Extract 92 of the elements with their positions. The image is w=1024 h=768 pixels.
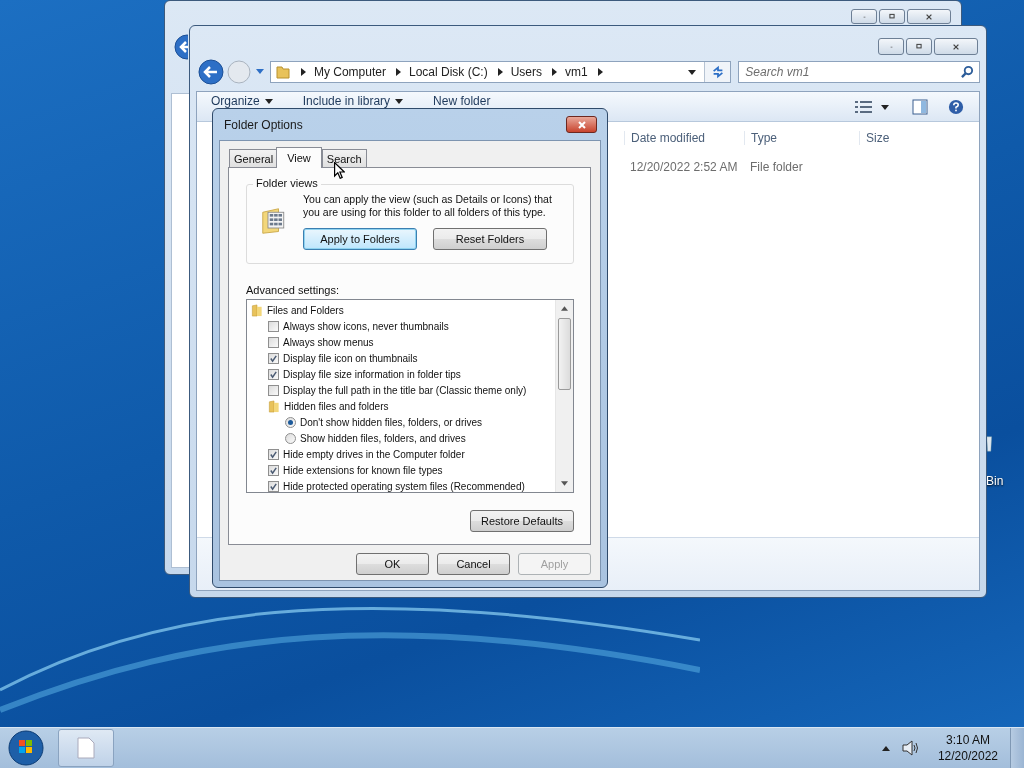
chevron-icon[interactable] [497, 68, 503, 76]
back-button[interactable] [198, 59, 224, 85]
radio-button[interactable] [285, 432, 296, 444]
close-icon [952, 42, 960, 51]
refresh-button[interactable] [704, 62, 731, 82]
caret-icon [264, 98, 273, 104]
table-cell-text: File folder [749, 160, 804, 174]
setting-label: Hide empty drives in the Computer folder [283, 448, 465, 460]
table-cell-text: 12/20/2022 2:52 AM [629, 160, 739, 174]
clock-time: 3:10 AM [945, 732, 990, 748]
search-icon[interactable] [961, 65, 974, 78]
dropdown-icon[interactable] [688, 69, 697, 75]
speaker-icon[interactable] [901, 740, 920, 756]
view-options-icon[interactable] [855, 99, 873, 115]
dialog-button[interactable]: OK [356, 553, 429, 575]
checkbox[interactable] [268, 464, 279, 476]
dialog-button[interactable]: Apply to Folders [303, 228, 417, 250]
refresh-icon [710, 65, 725, 79]
back-arrow-icon[interactable] [174, 34, 188, 60]
toolbar-button[interactable]: Include in library [302, 94, 404, 108]
scrollbar-thumb[interactable] [558, 318, 571, 390]
clock[interactable]: 3:10 AM 12/20/2022 [937, 732, 998, 764]
scroll-up-icon[interactable] [561, 306, 568, 311]
document-icon [77, 736, 95, 760]
setting-label: Display file icon on thumbnails [283, 352, 418, 364]
column-header[interactable]: Date modified [624, 131, 744, 145]
chevron-icon[interactable] [597, 68, 603, 76]
breadcrumb[interactable]: Users [510, 65, 542, 79]
group-heading: Folder views [253, 177, 321, 189]
close-button[interactable] [566, 116, 597, 133]
dialog-title: Folder Options [224, 117, 303, 132]
search-field[interactable]: Search vm1 [738, 61, 980, 83]
chevron-icon[interactable] [300, 68, 306, 76]
desktop-icon-label[interactable]: Bin [986, 474, 1004, 488]
folder-icon [251, 303, 263, 317]
checkbox[interactable] [268, 352, 279, 364]
breadcrumb[interactable]: Local Disk (C:) [408, 65, 488, 79]
help-icon[interactable] [947, 99, 965, 115]
scroll-down-icon[interactable] [561, 481, 568, 486]
option-label: Don't show hidden files, folders, or drives [300, 416, 482, 428]
scrollbar[interactable] [555, 300, 573, 492]
setting-label: Always show icons, never thumbnails [283, 320, 449, 332]
maximize-button[interactable] [906, 38, 932, 55]
maximize-icon [915, 43, 923, 50]
toolbar-button[interactable]: New folder [433, 94, 491, 108]
caret-icon [395, 98, 404, 104]
taskbar-button[interactable] [58, 729, 114, 767]
tab[interactable]: General [229, 149, 279, 167]
minimize-button[interactable] [878, 38, 904, 55]
chevron-icon[interactable] [552, 68, 557, 76]
chevron-icon[interactable] [395, 68, 401, 76]
folder-icon [274, 64, 291, 80]
section-label: Advanced settings: [246, 284, 340, 296]
maximize-button[interactable] [879, 9, 905, 24]
checkbox[interactable] [268, 368, 279, 380]
close-icon [925, 12, 933, 21]
column-header[interactable]: Type [744, 131, 859, 145]
setting-label: Display the full path in the title bar (Classic theme only) [283, 384, 527, 396]
checkbox[interactable] [268, 384, 279, 396]
option-label: Show hidden files, folders, and drives [300, 432, 466, 444]
history-dropdown-icon[interactable] [255, 69, 264, 75]
toolbar-button[interactable]: Organize [211, 94, 273, 108]
start-button[interactable] [8, 730, 44, 766]
setting-label: Display file size information in folder tips [283, 368, 461, 380]
show-hidden-icons-icon[interactable] [881, 745, 890, 751]
maximize-icon [888, 13, 896, 20]
setting-label: Hide extensions for known file types [283, 464, 443, 476]
tab[interactable]: View [276, 147, 322, 168]
group-label: Files and Folders [267, 304, 344, 316]
radio-button[interactable] [285, 416, 296, 428]
checkbox[interactable] [268, 480, 279, 492]
tab[interactable]: Search [321, 149, 367, 167]
folder-icon [268, 399, 280, 413]
checkbox[interactable] [268, 448, 279, 460]
description-text: You can apply the view (such as Details or Icons) that you are using for this folder to all folders of this type. [303, 193, 553, 219]
column-header[interactable]: Size [859, 131, 979, 145]
preview-pane-icon[interactable] [911, 99, 929, 115]
checkbox[interactable] [268, 336, 279, 348]
group-label: Hidden files and folders [284, 400, 389, 412]
restore-defaults-button[interactable]: Restore Defaults [470, 510, 574, 532]
close-icon [576, 119, 587, 130]
checkbox[interactable] [268, 320, 279, 332]
minimize-button[interactable] [851, 9, 877, 24]
setting-label: Always show menus [283, 336, 374, 348]
setting-label: Hide protected operating system files (Recommended) [283, 480, 525, 492]
dialog-button[interactable]: Reset Folders [433, 228, 547, 250]
clock-date: 12/20/2022 [937, 748, 998, 764]
address-bar[interactable]: My Computer Local Disk (C:) Users vm1 [269, 61, 732, 83]
breadcrumb[interactable]: My Computer [313, 65, 386, 79]
breadcrumb[interactable]: vm1 [565, 65, 588, 79]
caret-icon[interactable] [881, 105, 889, 110]
dialog-button[interactable]: Cancel [437, 553, 510, 575]
